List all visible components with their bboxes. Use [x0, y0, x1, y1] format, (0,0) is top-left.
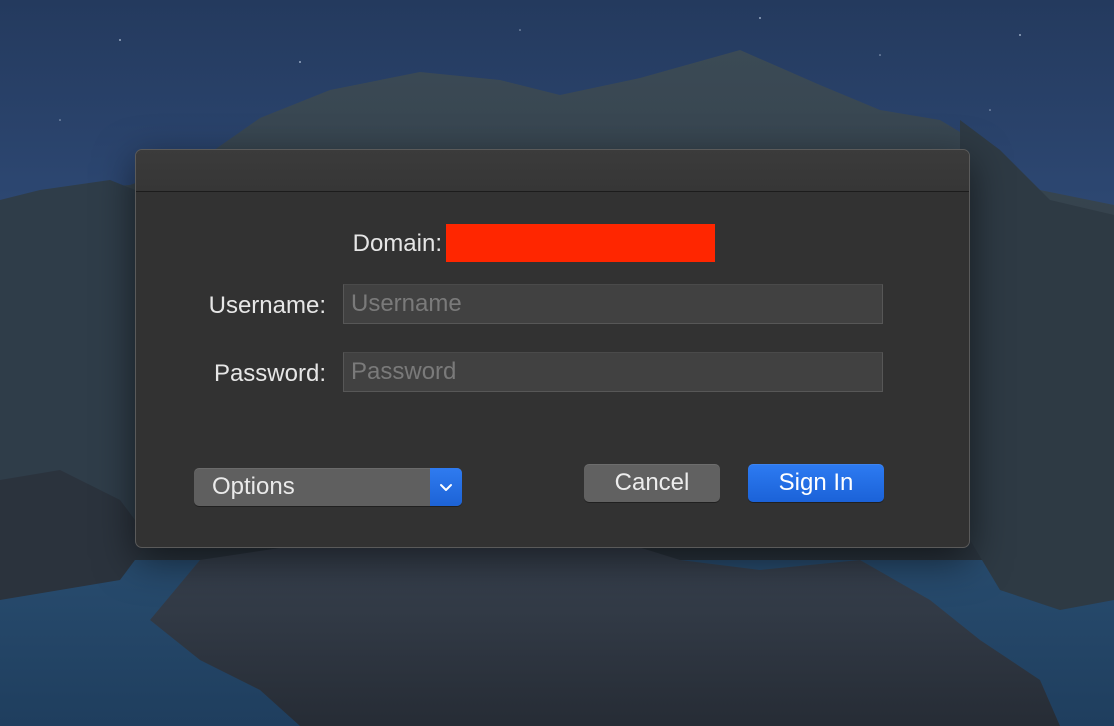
- desktop-background: Domain: Username: Password: Options Canc…: [0, 0, 1114, 726]
- options-selected-label: Options: [212, 473, 295, 500]
- sign-in-button[interactable]: Sign In: [748, 464, 884, 502]
- domain-label: Domain:: [352, 230, 442, 257]
- sign-in-dialog: Domain: Username: Password: Options Canc…: [135, 149, 970, 548]
- chevron-down-icon[interactable]: [430, 468, 462, 506]
- username-label: Username:: [208, 292, 326, 319]
- cancel-button[interactable]: Cancel: [584, 464, 720, 502]
- password-input[interactable]: [343, 352, 883, 392]
- options-popup-button[interactable]: Options: [194, 468, 462, 506]
- dialog-titlebar[interactable]: [136, 150, 969, 192]
- username-input[interactable]: [343, 284, 883, 324]
- password-label: Password:: [213, 360, 326, 387]
- domain-value-redaction: [446, 224, 715, 262]
